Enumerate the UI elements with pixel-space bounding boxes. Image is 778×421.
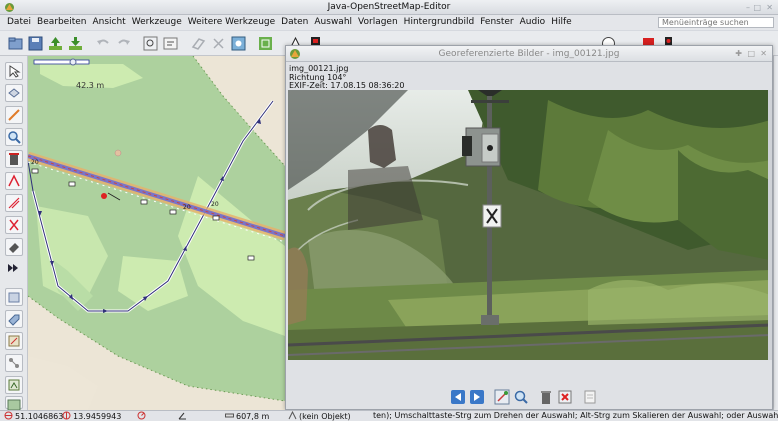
map-view[interactable]: 20 20 20 42.3 m — [28, 56, 285, 410]
pin-icon[interactable]: ✚ — [735, 46, 742, 62]
josm-logo-icon — [290, 49, 300, 59]
zoom-icon[interactable] — [5, 128, 23, 146]
history-icon[interactable] — [5, 376, 23, 394]
distance-readout: 607,8 m — [225, 411, 269, 421]
photo-image[interactable] — [288, 90, 770, 360]
redo-icon[interactable] — [115, 35, 132, 52]
tag-icon[interactable] — [190, 35, 207, 52]
close-icon[interactable]: ✕ — [766, 0, 773, 15]
open-file-icon[interactable] — [7, 35, 24, 52]
status-bar: 51.1046863 13.9459943 607,8 m (kein Obje… — [0, 410, 778, 421]
menu-imagery[interactable]: Hintergrundbild — [401, 15, 478, 30]
menu-more-tools[interactable]: Weitere Werkzeuge — [185, 15, 278, 30]
help-text: ten); Umschalttaste-Strg zum Drehen der … — [373, 411, 778, 420]
previous-image-icon[interactable] — [450, 389, 466, 405]
image-icon[interactable] — [5, 396, 23, 411]
select-icon[interactable] — [5, 62, 23, 80]
conflict-icon[interactable] — [5, 332, 23, 350]
photo-controls — [450, 389, 598, 407]
selected-node[interactable] — [101, 193, 107, 199]
photo-window-title-bar[interactable]: Georeferenzierte Bilder - img_00121.jpg … — [286, 46, 772, 62]
latitude-icon — [4, 411, 13, 420]
geotagged-images-window: Georeferenzierte Bilder - img_00121.jpg … — [285, 45, 773, 410]
menu-help[interactable]: Hilfe — [548, 15, 574, 30]
delete-image-icon[interactable] — [538, 389, 554, 405]
refresh-icon[interactable] — [210, 35, 227, 52]
upload-icon[interactable] — [47, 35, 64, 52]
photo-scrollbar[interactable] — [768, 90, 772, 360]
more-icon[interactable] — [5, 260, 23, 278]
center-view-icon[interactable] — [494, 389, 510, 405]
remove-image-icon[interactable] — [557, 389, 573, 405]
title-bar: Java-OpenStreetMap-Editor – □ ✕ — [0, 0, 778, 15]
menu-presets[interactable]: Vorlagen — [355, 15, 401, 30]
maximize-icon[interactable]: □ — [753, 0, 761, 15]
next-image-icon[interactable] — [469, 389, 485, 405]
railway-photo — [288, 90, 770, 360]
menu-tools[interactable]: Werkzeuge — [129, 15, 185, 30]
josm-window: Java-OpenStreetMap-Editor – □ ✕ Datei Be… — [0, 0, 778, 421]
save-icon[interactable] — [27, 35, 44, 52]
delete-icon[interactable] — [5, 150, 23, 168]
download-icon[interactable] — [67, 35, 84, 52]
maximize-icon[interactable]: □ — [747, 46, 755, 62]
photo-info: img_00121.jpg Richtung 104° EXIF-Zeit: 1… — [289, 64, 404, 91]
preset-icon[interactable] — [257, 35, 274, 52]
menu-audio[interactable]: Audio — [517, 15, 549, 30]
eraser-icon[interactable] — [5, 238, 23, 256]
menu-view[interactable]: Ansicht — [89, 15, 128, 30]
tool-palette — [0, 56, 28, 411]
preferences-icon[interactable] — [162, 35, 179, 52]
copy-image-icon[interactable] — [582, 389, 598, 405]
lasso-icon[interactable] — [5, 84, 23, 102]
zoom-image-icon[interactable] — [513, 389, 529, 405]
parallel-icon[interactable] — [5, 194, 23, 212]
improve-way-icon[interactable] — [5, 172, 23, 190]
latitude-readout: 51.1046863 — [4, 411, 63, 421]
minimize-icon[interactable]: – — [746, 0, 750, 15]
heading-icon — [137, 411, 148, 421]
zoom-slider-handle[interactable] — [69, 58, 77, 66]
side-panel-edge — [773, 56, 778, 410]
svg-text:20: 20 — [31, 159, 39, 166]
menu-edit[interactable]: Bearbeiten — [34, 15, 89, 30]
svg-text:20: 20 — [211, 201, 219, 208]
object-icon — [288, 411, 297, 420]
map-view-icon[interactable] — [230, 35, 247, 52]
menu-selection[interactable]: Auswahl — [311, 15, 355, 30]
ruler-icon — [225, 413, 234, 418]
split-icon[interactable] — [5, 216, 23, 234]
scale-label: 42.3 m — [76, 81, 105, 90]
window-title: Java-OpenStreetMap-Editor — [327, 2, 451, 12]
undo-icon[interactable] — [95, 35, 112, 52]
menu-file[interactable]: Datei — [4, 15, 34, 30]
photo-window-title: Georeferenzierte Bilder - img_00121.jpg — [438, 49, 620, 59]
map-canvas[interactable]: 20 20 20 — [28, 56, 285, 410]
longitude-icon — [62, 411, 71, 420]
menu-search-input[interactable] — [658, 17, 774, 28]
object-readout: (kein Objekt) — [288, 411, 351, 421]
zoom-fit-icon[interactable] — [142, 35, 159, 52]
menu-windows[interactable]: Fenster — [477, 15, 516, 30]
close-icon[interactable]: ✕ — [760, 46, 767, 62]
tag-list-icon[interactable] — [5, 310, 23, 328]
menu-data[interactable]: Daten — [278, 15, 311, 30]
longitude-readout: 13.9459943 — [62, 411, 121, 421]
layers-icon[interactable] — [5, 288, 23, 306]
svg-text:20: 20 — [183, 204, 191, 211]
angle-icon — [178, 411, 189, 421]
relation-icon[interactable] — [5, 354, 23, 372]
josm-logo-icon — [5, 3, 14, 12]
draw-icon[interactable] — [5, 106, 23, 124]
